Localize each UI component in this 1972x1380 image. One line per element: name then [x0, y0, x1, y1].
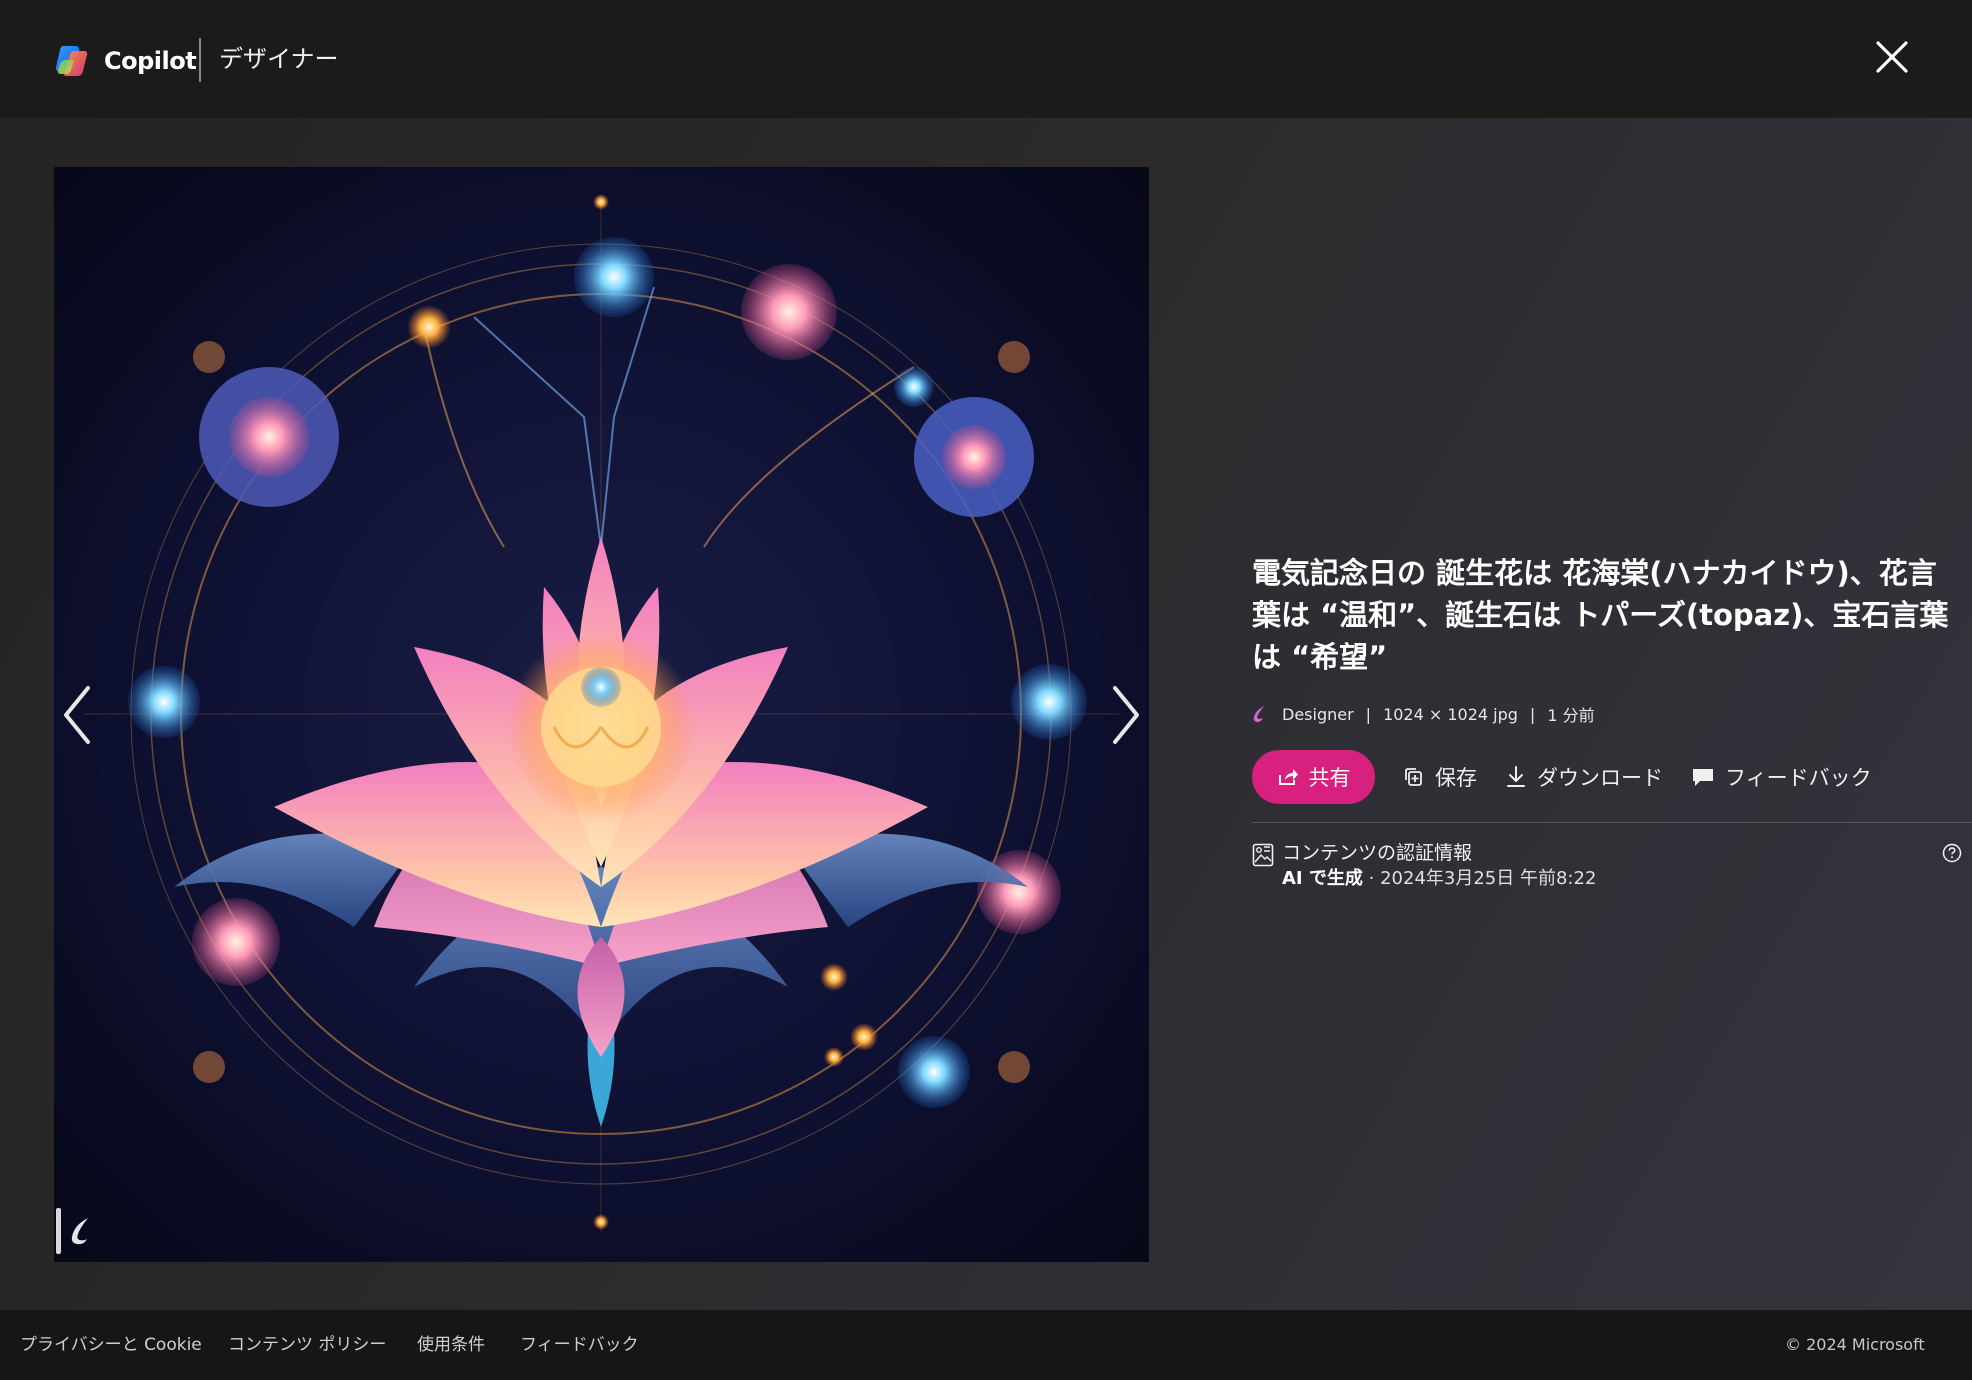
meta-creator: Designer	[1282, 704, 1354, 724]
download-icon	[1507, 766, 1525, 787]
footer: プライバシーと Cookie コンテンツ ポリシー 使用条件 フィードバック ©…	[0, 1310, 1972, 1380]
brand-name[interactable]: Copilot	[104, 43, 197, 79]
designer-icon	[1253, 706, 1264, 722]
copilot-logo-icon[interactable]	[54, 42, 92, 80]
feedback-icon	[1693, 769, 1713, 786]
share-button[interactable]: 共有	[1252, 750, 1375, 804]
save-label: 保存	[1435, 766, 1477, 790]
generated-image[interactable]	[54, 167, 1149, 1262]
designer-watermark-icon	[71, 1218, 88, 1245]
watermark-bar	[56, 1208, 61, 1254]
save-icon	[1405, 768, 1422, 786]
image-meta: Designer | 1024 × 1024 jpg | 1 分前	[1252, 702, 1595, 726]
content-credentials-icon	[1252, 843, 1274, 867]
action-bar: 共有 保存 ダウンロード フィードバック	[1252, 750, 1872, 804]
save-button[interactable]: 保存	[1403, 762, 1477, 792]
top-bar: Copilot デザイナー	[0, 0, 1972, 118]
meta-separator: |	[1365, 704, 1372, 724]
feedback-label: フィードバック	[1725, 766, 1872, 790]
lotus-artwork	[54, 167, 1149, 1262]
image-title: 電気記念日の 誕生花は 花海棠(ハナカイドウ)、花言葉は “温和”、誕生石は ト…	[1252, 556, 1949, 674]
close-icon[interactable]	[1874, 38, 1910, 76]
download-label: ダウンロード	[1537, 766, 1663, 790]
product-name[interactable]: デザイナー	[219, 41, 339, 77]
help-icon[interactable]	[1942, 843, 1962, 863]
meta-dimensions: 1024 × 1024 jpg	[1383, 704, 1518, 724]
header-divider	[199, 38, 201, 82]
credentials-date: · 2024年3月25日 午前8:22	[1368, 868, 1597, 889]
share-icon	[1278, 769, 1298, 785]
copyright: © 2024 Microsoft	[1785, 1335, 1925, 1354]
footer-link-feedback[interactable]: フィードバック	[520, 1332, 639, 1358]
chevron-left-icon[interactable]	[58, 680, 98, 750]
share-label: 共有	[1308, 766, 1351, 790]
meta-separator: |	[1529, 704, 1536, 724]
chevron-right-icon[interactable]	[1105, 680, 1145, 750]
footer-link-terms[interactable]: 使用条件	[417, 1332, 485, 1358]
feedback-button[interactable]: フィードバック	[1691, 762, 1872, 792]
footer-link-content-policy[interactable]: コンテンツ ポリシー	[228, 1332, 386, 1358]
divider	[1252, 822, 1972, 823]
credentials-title: コンテンツの認証情報	[1282, 842, 1473, 864]
download-button[interactable]: ダウンロード	[1505, 762, 1663, 792]
ai-generated-label: AI で生成	[1282, 868, 1363, 889]
meta-time: 1 分前	[1547, 706, 1595, 725]
footer-link-privacy[interactable]: プライバシーと Cookie	[20, 1332, 202, 1358]
credentials-detail: AI で生成 · 2024年3月25日 午前8:22	[1282, 866, 1596, 892]
